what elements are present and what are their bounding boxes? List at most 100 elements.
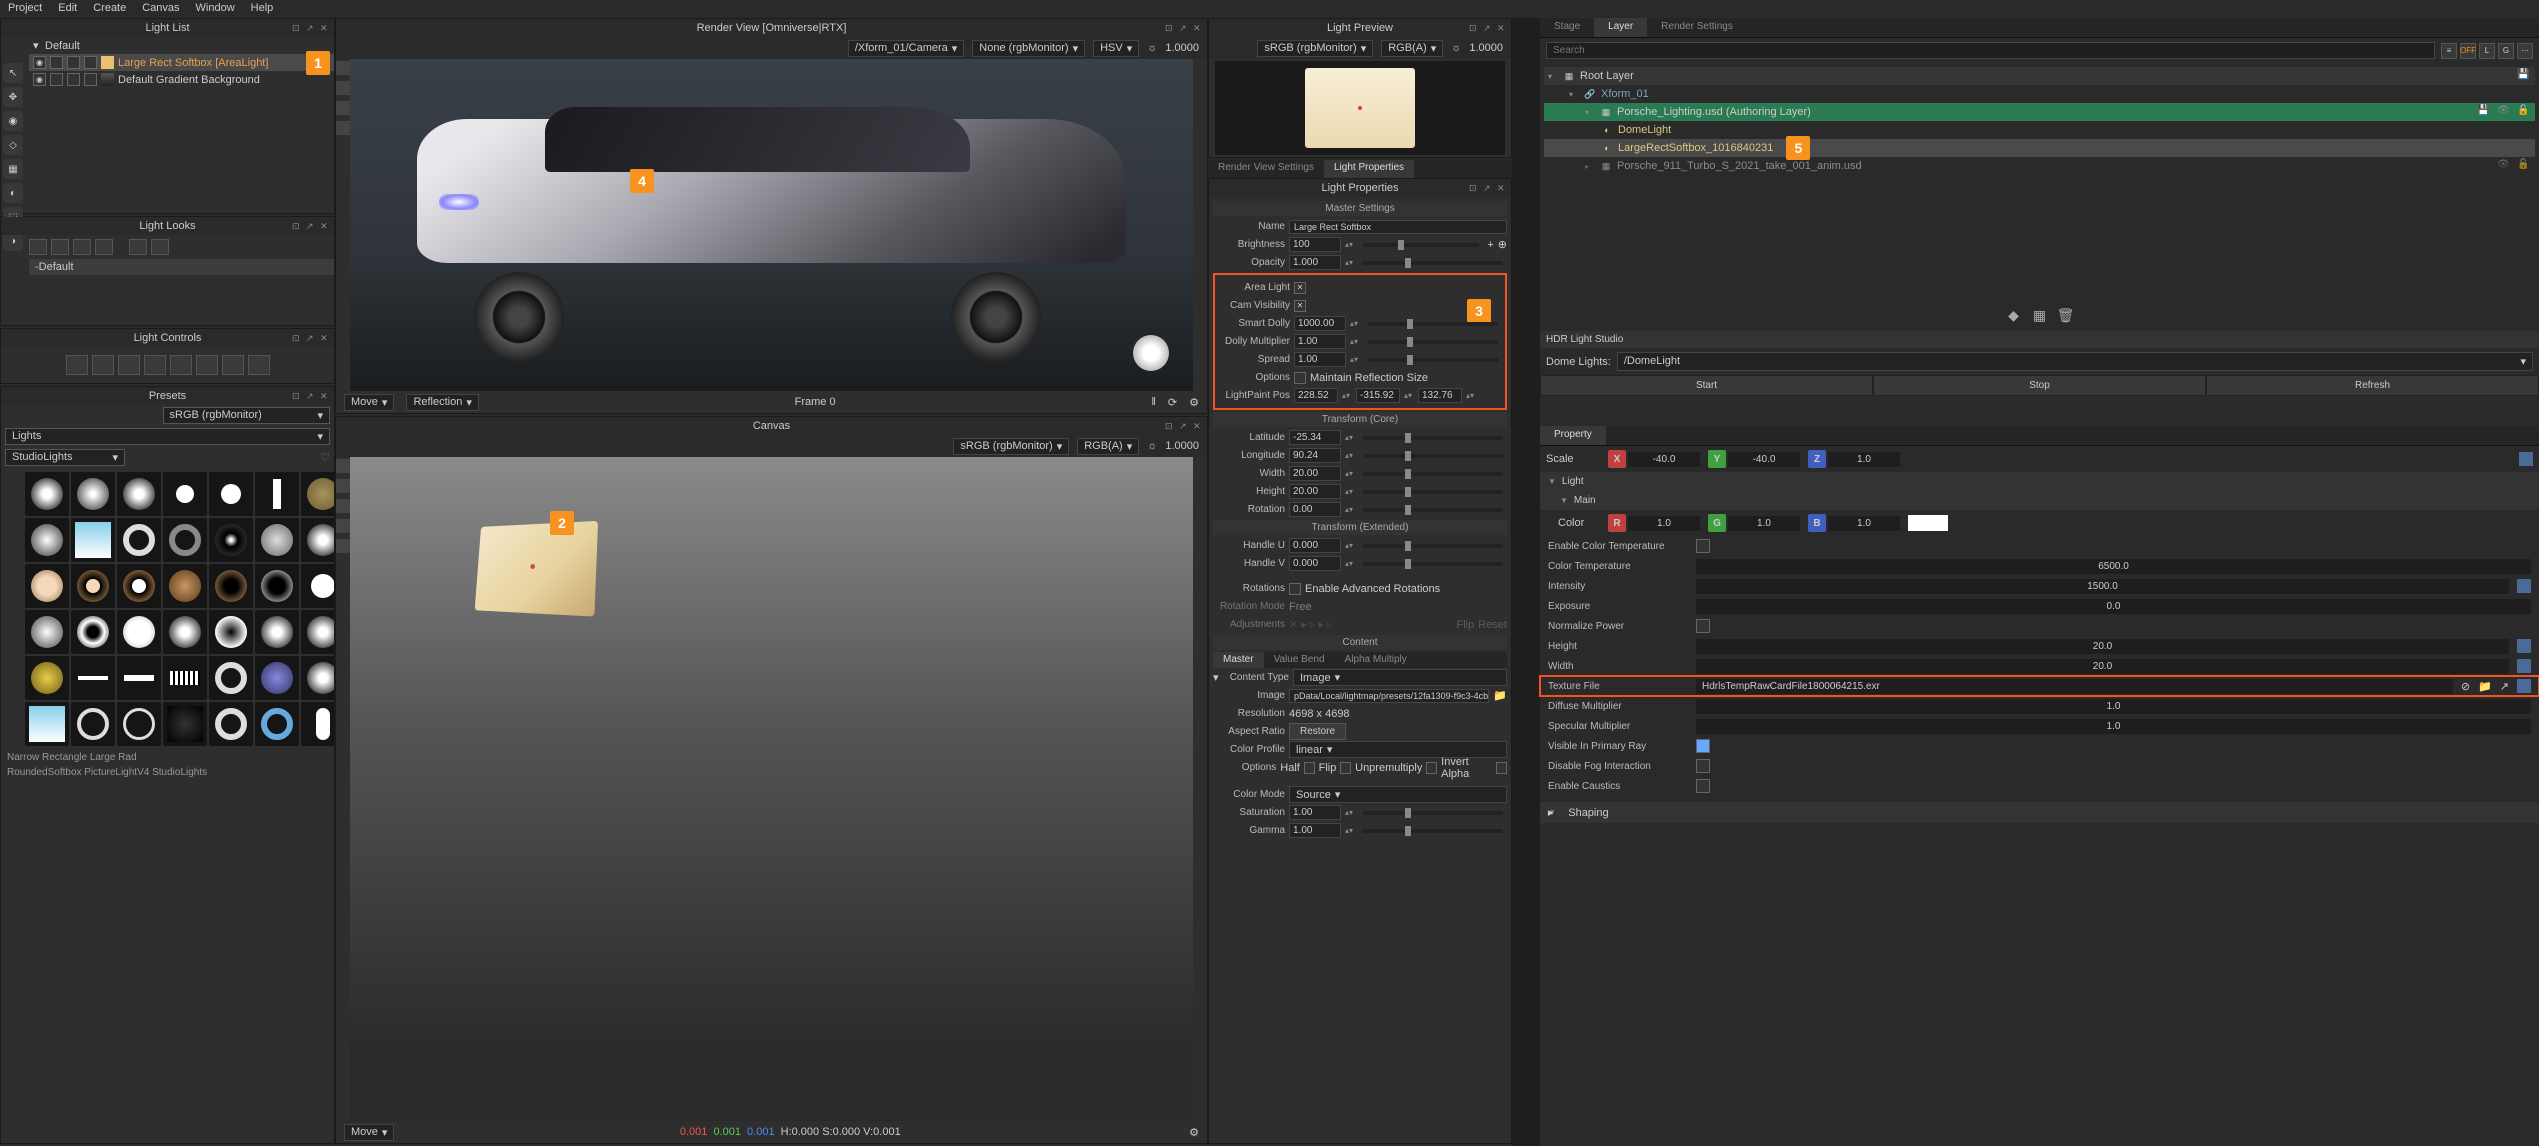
cv-settings-icon[interactable]: ⚙ [1189, 1126, 1199, 1139]
cam-vis-check[interactable] [1294, 300, 1306, 312]
rv-tool-icon[interactable] [336, 61, 350, 75]
delete-icon[interactable]: 🗑 [2056, 305, 2076, 325]
open-icon[interactable]: ↗ [2500, 680, 2509, 693]
preset-item[interactable] [163, 656, 207, 700]
preset-item[interactable] [25, 656, 69, 700]
flip-check[interactable] [1340, 762, 1351, 774]
preset-item[interactable] [255, 656, 299, 700]
cv-monitor-select[interactable]: sRGB (rgbMonitor)▾ [953, 438, 1069, 455]
tab-alphamult[interactable]: Alpha Multiply [1335, 652, 1417, 668]
lock-icon[interactable]: 🔓 [2517, 105, 2531, 119]
link-icon[interactable] [2519, 452, 2533, 466]
light-list-item[interactable]: ◉ Large Rect Softbox [AreaLight] 1 [29, 54, 334, 71]
scale-y-field[interactable]: -40.0 [1728, 452, 1800, 467]
main-menu[interactable]: Project Edit Create Canvas Window Help [0, 0, 2539, 18]
preset-item[interactable] [117, 702, 161, 746]
tool-b-icon[interactable]: ◐ [3, 183, 23, 203]
color-r-field[interactable]: 1.0 [1628, 516, 1700, 531]
reflection-mode[interactable]: Reflection▾ [406, 394, 478, 411]
dome-light-select[interactable]: /DomeLight▾ [1617, 352, 2533, 371]
scale-x-field[interactable]: -40.0 [1628, 452, 1700, 467]
canvas-light-card[interactable] [475, 521, 598, 617]
light-list-item[interactable]: ◉ Default Gradient Background [29, 71, 334, 88]
light-section[interactable]: Light [1540, 472, 2539, 491]
tool-rotate-icon[interactable]: ◉ [3, 111, 23, 131]
half-check[interactable] [1304, 762, 1315, 774]
restore-button[interactable]: Restore [1289, 723, 1346, 740]
enable-ct-check[interactable] [1696, 539, 1710, 553]
solo-toggle[interactable] [50, 73, 63, 86]
preset-item[interactable] [163, 610, 207, 654]
exposure-icon[interactable]: ☼ [1451, 42, 1461, 54]
preset-item[interactable] [209, 656, 253, 700]
settings-icon[interactable]: ⚙ [1189, 396, 1199, 409]
play-icon[interactable]: ‖ [1151, 396, 1156, 408]
preset-item[interactable] [301, 564, 335, 608]
lp-y-field[interactable]: -315.92 [1356, 388, 1400, 403]
preset-item[interactable] [209, 518, 253, 562]
rv-tool-icon[interactable] [336, 101, 350, 115]
color-b-field[interactable]: 1.0 [1828, 516, 1900, 531]
render-toggle[interactable] [84, 56, 97, 69]
tool-a-icon[interactable]: ◆ [2004, 305, 2024, 325]
main-section[interactable]: Main [1540, 491, 2539, 510]
browse-icon[interactable]: 📁 [2478, 680, 2492, 693]
tree-item-authoring[interactable]: ▾ ▦ Porsche_Lighting.usd (Authoring Laye… [1544, 103, 2535, 121]
clear-icon[interactable]: ⊘ [2461, 680, 2470, 693]
chevron-down-icon[interactable]: ▾ [33, 39, 41, 52]
texture-file-field[interactable]: HdrlsTempRawCardFile1800064215.exr [1696, 679, 2453, 694]
height-field[interactable]: 20.00 [1289, 484, 1341, 499]
lock-toggle[interactable] [67, 73, 80, 86]
solo-toggle[interactable] [50, 56, 63, 69]
move-mode[interactable]: Move▾ [344, 394, 394, 411]
save-icon[interactable]: 💾 [2477, 105, 2491, 119]
preset-item[interactable] [117, 610, 161, 654]
cv-tool-icon[interactable] [336, 499, 350, 513]
cs-select[interactable]: HSV▾ [1093, 40, 1139, 57]
fav-icon[interactable]: ♡ [320, 451, 330, 464]
preset-item[interactable] [209, 610, 253, 654]
preset-item[interactable] [255, 518, 299, 562]
folder-icon[interactable]: 📁 [1493, 689, 1507, 702]
add-icon[interactable]: + [1487, 239, 1493, 251]
eye-icon[interactable]: 👁 [2497, 159, 2511, 173]
tree-item[interactable]: ▸ ▦ Porsche_911_Turbo_S_2021_take_001_an… [1544, 157, 2535, 175]
enable-caustics-check[interactable] [1696, 779, 1710, 793]
lc-btn[interactable] [196, 355, 218, 375]
preset-item[interactable] [163, 564, 207, 608]
look-btn[interactable] [129, 239, 147, 255]
preset-item[interactable] [71, 610, 115, 654]
cv-tool-icon[interactable] [336, 479, 350, 493]
loop-icon[interactable]: ⟳ [1168, 396, 1177, 409]
tree-item-selected[interactable]: ◐ LargeRectSoftbox_1016840231 5 [1544, 139, 2535, 157]
expand-icon[interactable]: ▾ [1213, 671, 1221, 684]
cv-tool-icon[interactable] [336, 519, 350, 533]
cv-tool-icon[interactable] [336, 539, 350, 553]
rv-tool-icon[interactable] [336, 121, 350, 135]
close-icon[interactable]: ✕ [320, 23, 330, 33]
preset-item[interactable] [117, 564, 161, 608]
tab-render-settings[interactable]: Render View Settings [1208, 160, 1324, 178]
preset-item[interactable] [71, 564, 115, 608]
content-type-select[interactable]: Image▾ [1293, 669, 1507, 686]
exposure-field[interactable]: 0.0 [1696, 599, 2531, 614]
stop-button[interactable]: Stop [1873, 375, 2206, 396]
color-mode-select[interactable]: Source▾ [1289, 786, 1507, 803]
tab-master[interactable]: Master [1213, 652, 1264, 668]
tab-stage[interactable]: Stage [1540, 18, 1594, 37]
nav-orb-icon[interactable] [1133, 335, 1169, 371]
preset-item[interactable] [163, 702, 207, 746]
cv-tool-icon[interactable] [336, 459, 350, 473]
area-light-check[interactable] [1294, 282, 1306, 294]
dolly-mult-field[interactable]: 1.00 [1294, 334, 1346, 349]
exposure-icon[interactable]: ☼ [1147, 42, 1157, 54]
opacity-field[interactable]: 1.000 [1289, 255, 1341, 270]
render-toggle[interactable] [84, 73, 97, 86]
visible-primary-check[interactable] [1696, 739, 1710, 753]
preset-item[interactable] [25, 702, 69, 746]
tab-render-settings[interactable]: Render Settings [1647, 18, 1747, 37]
shaping-section[interactable]: ▸ Shaping [1540, 802, 2539, 823]
longitude-field[interactable]: 90.24 [1289, 448, 1341, 463]
preset-item[interactable] [71, 518, 115, 562]
exposure-icon[interactable]: ☼ [1147, 440, 1157, 452]
